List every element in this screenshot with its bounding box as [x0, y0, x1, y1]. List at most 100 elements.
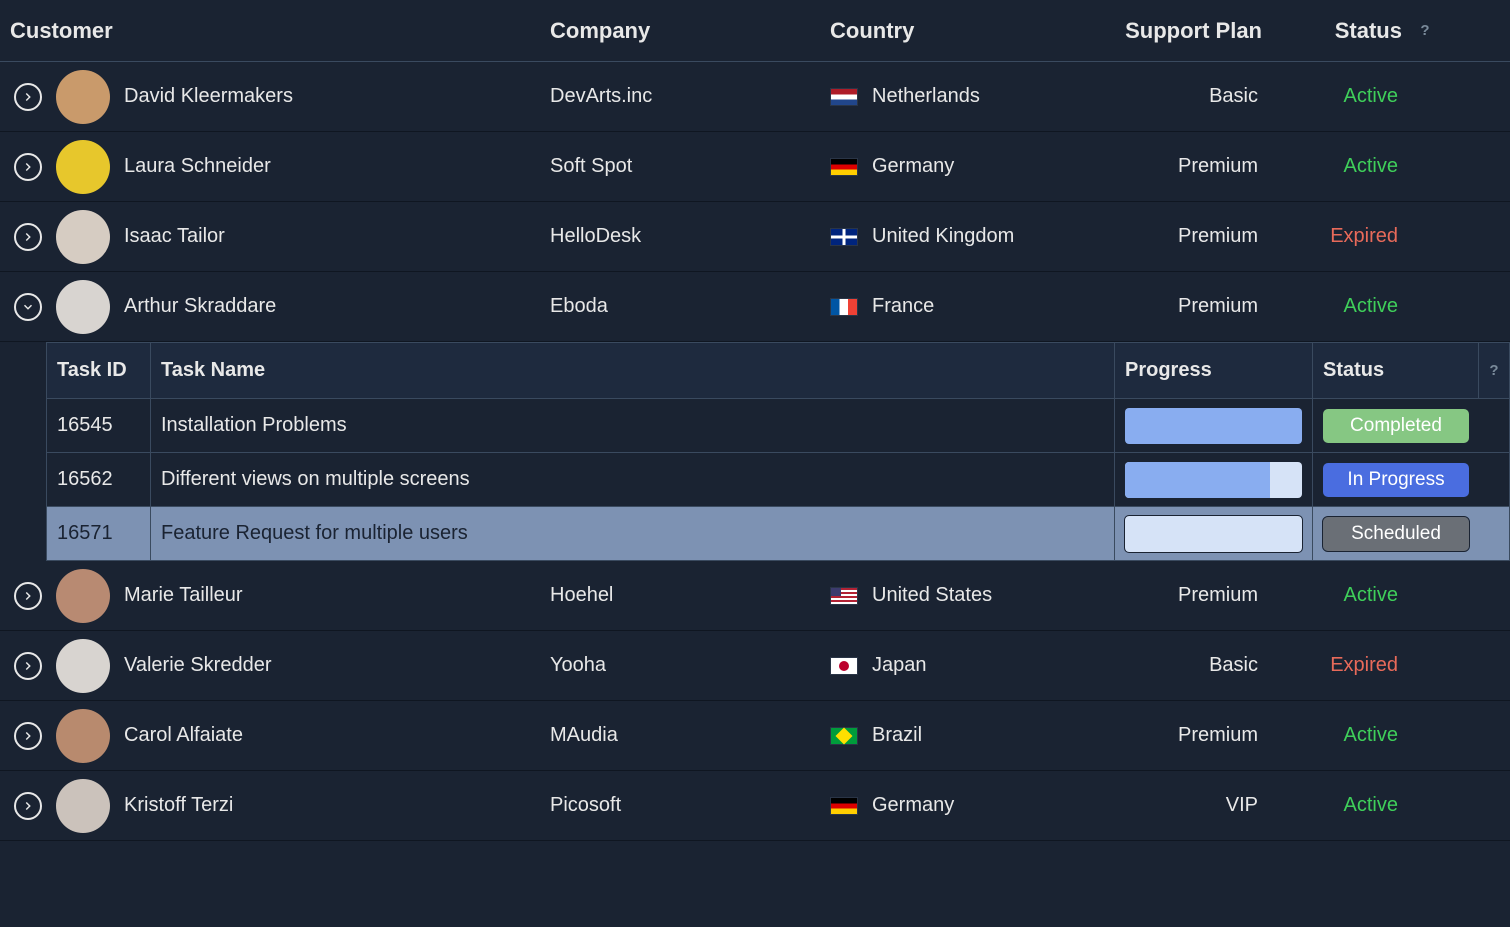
customer-name: Isaac Tailor [124, 225, 225, 248]
company-cell: MAudia [540, 724, 820, 747]
table-row[interactable]: Arthur Skraddare Eboda France Premium Ac… [0, 272, 1510, 342]
flag-icon [830, 587, 858, 605]
flag-icon [830, 298, 858, 316]
progress-bar [1125, 408, 1302, 444]
flag-icon [830, 797, 858, 815]
status-cell: Active [1280, 584, 1402, 607]
flag-icon [830, 657, 858, 675]
support-plan-cell: Premium [1110, 584, 1262, 607]
task-id-cell: 16562 [47, 453, 151, 506]
flag-icon [830, 727, 858, 745]
chevron-right-icon[interactable] [14, 153, 42, 181]
table-row[interactable]: Marie Tailleur Hoehel United States Prem… [0, 561, 1510, 631]
table-row[interactable]: Carol Alfaiate MAudia Brazil Premium Act… [0, 701, 1510, 771]
task-id-cell: 16545 [47, 399, 151, 452]
chevron-right-icon[interactable] [14, 83, 42, 111]
country-cell: France [820, 295, 1100, 318]
task-name-cell: Different views on multiple screens [151, 453, 1115, 506]
avatar [56, 639, 110, 693]
customer-name: Marie Tailleur [124, 584, 243, 607]
chevron-right-icon[interactable] [14, 722, 42, 750]
task-name-cell: Installation Problems [151, 399, 1115, 452]
company-cell: Soft Spot [540, 155, 820, 178]
avatar [56, 709, 110, 763]
column-header-company[interactable]: Company [540, 18, 820, 44]
chevron-right-icon[interactable] [14, 223, 42, 251]
column-header-help-icon[interactable]: ? [1410, 22, 1440, 39]
country-cell: Japan [820, 654, 1100, 677]
progress-bar [1125, 462, 1302, 498]
column-header-progress[interactable]: Progress [1115, 343, 1313, 398]
column-header-support-plan[interactable]: Support Plan [1100, 18, 1270, 44]
company-cell: HelloDesk [540, 225, 820, 248]
country-cell: Germany [820, 155, 1100, 178]
customer-name: Kristoff Terzi [124, 794, 233, 817]
support-plan-cell: Premium [1110, 295, 1262, 318]
table-row[interactable]: David Kleermakers DevArts.inc Netherland… [0, 62, 1510, 132]
progress-bar [1125, 516, 1302, 552]
column-header-task-status[interactable]: Status [1313, 343, 1479, 398]
avatar [56, 70, 110, 124]
status-cell: Active [1280, 295, 1402, 318]
column-header-country[interactable]: Country [820, 18, 1100, 44]
task-grid: Task ID Task Name Progress Status ? 1654… [46, 342, 1510, 561]
customer-name: Carol Alfaiate [124, 724, 243, 747]
support-plan-cell: Premium [1110, 155, 1262, 178]
country-cell: United Kingdom [820, 225, 1100, 248]
flag-icon [830, 158, 858, 176]
chevron-down-icon[interactable] [14, 293, 42, 321]
avatar [56, 280, 110, 334]
support-plan-cell: Basic [1110, 654, 1262, 677]
support-plan-cell: Premium [1110, 724, 1262, 747]
progress-cell [1115, 399, 1313, 452]
status-badge: Scheduled [1323, 517, 1469, 551]
grid-header: Customer Company Country Support Plan St… [0, 0, 1510, 62]
company-cell: Eboda [540, 295, 820, 318]
status-cell: Expired [1280, 225, 1402, 248]
table-row[interactable]: Laura Schneider Soft Spot Germany Premiu… [0, 132, 1510, 202]
progress-cell [1115, 453, 1313, 506]
avatar [56, 140, 110, 194]
chevron-right-icon[interactable] [14, 582, 42, 610]
status-cell: Active [1280, 85, 1402, 108]
support-plan-cell: VIP [1110, 794, 1262, 817]
flag-icon [830, 228, 858, 246]
table-row[interactable]: Kristoff Terzi Picosoft Germany VIP Acti… [0, 771, 1510, 841]
company-cell: Hoehel [540, 584, 820, 607]
company-cell: Picosoft [540, 794, 820, 817]
task-row[interactable]: 16571 Feature Request for multiple users… [47, 507, 1509, 561]
column-header-task-name[interactable]: Task Name [151, 343, 1115, 398]
support-plan-cell: Premium [1110, 225, 1262, 248]
chevron-right-icon[interactable] [14, 652, 42, 680]
status-badge: Completed [1323, 409, 1469, 443]
chevron-right-icon[interactable] [14, 792, 42, 820]
avatar [56, 779, 110, 833]
support-plan-cell: Basic [1110, 85, 1262, 108]
task-row[interactable]: 16562 Different views on multiple screen… [47, 453, 1509, 507]
status-cell: Active [1280, 155, 1402, 178]
customer-name: Arthur Skraddare [124, 295, 276, 318]
task-grid-header: Task ID Task Name Progress Status ? [47, 343, 1509, 399]
status-badge: In Progress [1323, 463, 1469, 497]
status-cell: Expired [1280, 654, 1402, 677]
status-cell: Active [1280, 794, 1402, 817]
task-row[interactable]: 16545 Installation Problems Completed [47, 399, 1509, 453]
table-row[interactable]: Valerie Skredder Yooha Japan Basic Expir… [0, 631, 1510, 701]
avatar [56, 569, 110, 623]
column-header-task-id[interactable]: Task ID [47, 343, 151, 398]
column-header-help-icon[interactable]: ? [1479, 343, 1509, 398]
customer-name: Valerie Skredder [124, 654, 271, 677]
column-header-customer[interactable]: Customer [0, 18, 540, 44]
column-header-status[interactable]: Status [1270, 18, 1410, 44]
customer-name: David Kleermakers [124, 85, 293, 108]
country-cell: Brazil [820, 724, 1100, 747]
status-cell: Active [1280, 724, 1402, 747]
customer-grid: Customer Company Country Support Plan St… [0, 0, 1510, 841]
avatar [56, 210, 110, 264]
table-row[interactable]: Isaac Tailor HelloDesk United Kingdom Pr… [0, 202, 1510, 272]
country-cell: United States [820, 584, 1100, 607]
task-id-cell: 16571 [47, 507, 151, 560]
country-cell: Germany [820, 794, 1100, 817]
company-cell: DevArts.inc [540, 85, 820, 108]
country-cell: Netherlands [820, 85, 1100, 108]
